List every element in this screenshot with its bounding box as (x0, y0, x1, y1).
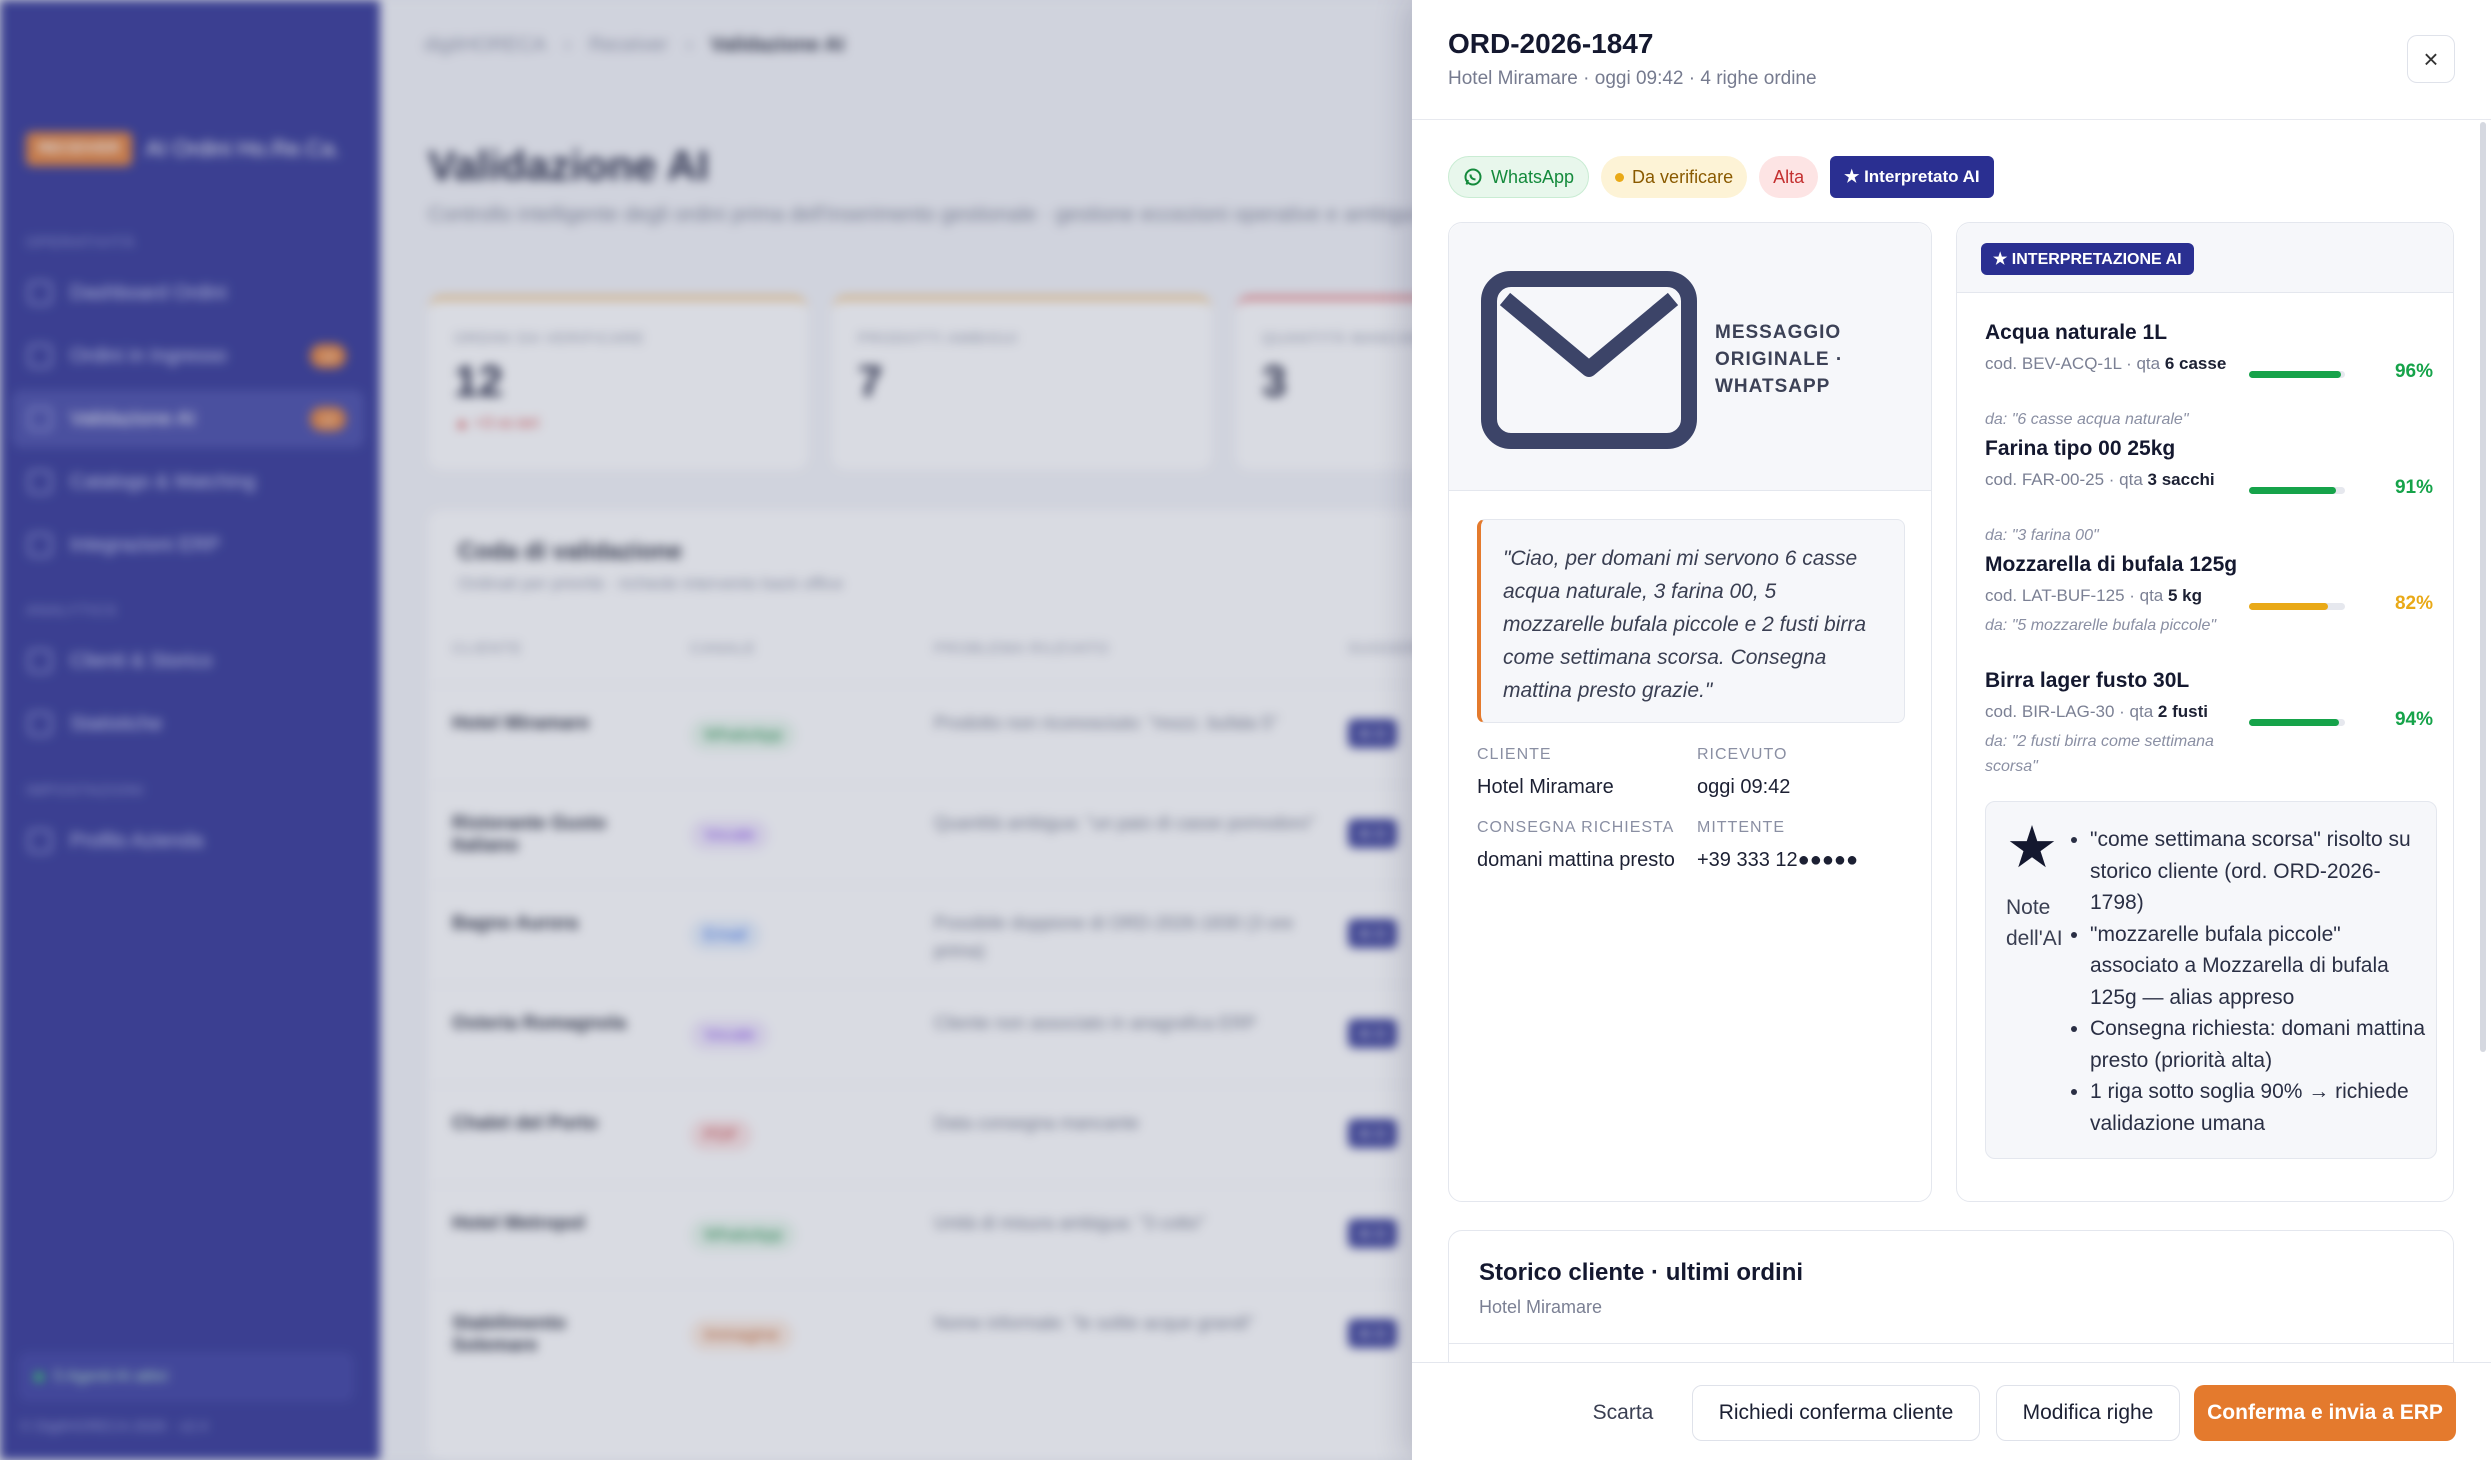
order-line-item[interactable]: Birra lager fusto 30L cod. BIR-LAG-30 · … (1985, 669, 2435, 775)
source-text: da: "2 fusti birra come settimana scorsa… (1985, 733, 2214, 775)
history-title: Storico cliente · ultimi ordini (1479, 1259, 1804, 1286)
meta-value-ricevuto: oggi 09:42 (1697, 776, 1791, 798)
confidence-bar (2249, 371, 2345, 378)
ai-interpretation-card: ★ INTERPRETAZIONE AI Acqua naturale 1L c… (1956, 222, 2454, 1202)
confidence-fill (2249, 719, 2340, 726)
product-name: Acqua naturale 1L (1985, 321, 2168, 344)
product-name: Mozzarella di bufala 125g (1985, 553, 2238, 576)
ai-note: "come settimana scorsa" risolto su stori… (2090, 824, 2426, 919)
confidence-fill (2249, 371, 2342, 378)
meta-label: CLIENTE (1477, 746, 1552, 763)
product-code-text: cod. BIR-LAG-30 · qta (1985, 702, 2158, 721)
channel-badge: WhatsApp (1448, 156, 1590, 198)
confidence-bar (2249, 603, 2345, 610)
drawer-footer: Scarta Richiedi conferma cliente Modific… (1412, 1362, 2491, 1460)
ai-notes-label: Note dell'AI (2006, 896, 2063, 950)
product-code: cod. FAR-00-25 · qta 3 sacchi (1985, 467, 2235, 493)
status-chips: WhatsApp Da verificare Alta ★ Interpreta… (1448, 156, 1994, 198)
message-header: MESSAGGIO ORIGINALE · WHATSAPP (1449, 223, 1931, 491)
order-line-item[interactable]: Farina tipo 00 25kg cod. FAR-00-25 · qta… (1985, 437, 2435, 544)
confidence-bar (2249, 719, 2345, 726)
envelope-icon (1481, 271, 1697, 449)
meta-label: CONSEGNA RICHIESTA (1477, 819, 1675, 836)
confidence-fill (2249, 487, 2337, 494)
product-code-text: cod. FAR-00-25 · qta (1985, 470, 2148, 489)
meta-label: RICEVUTO (1697, 746, 1788, 763)
source-text: da: "5 mozzarelle bufala piccole" (1985, 617, 2217, 634)
discard-button[interactable]: Scarta (1572, 1385, 1674, 1441)
order-detail-drawer: ORD-2026-1847 Hotel Miramare · oggi 09:4… (1412, 0, 2491, 1460)
meta-label: MITTENTE (1697, 819, 1785, 836)
meta-value-cliente: Hotel Miramare (1477, 776, 1614, 798)
status-dot-icon (1615, 172, 1625, 182)
whatsapp-icon (1464, 168, 1482, 186)
product-qty: 6 casse (2164, 354, 2227, 373)
confidence-percent: 94% (2394, 709, 2433, 730)
ai-note: 1 riga sotto soglia 90% → richiede valid… (2090, 1076, 2426, 1139)
product-code: cod. LAT-BUF-125 · qta 5 kg (1985, 583, 2235, 609)
ai-note: "mozzarelle bufala piccole" associato a … (2090, 919, 2426, 1014)
priority-badge: Alta (1759, 156, 1819, 198)
confidence-fill (2249, 603, 2328, 610)
product-name: Farina tipo 00 25kg (1985, 437, 2176, 460)
order-subtitle: Hotel Miramare · oggi 09:42 · 4 righe or… (1448, 68, 1817, 89)
product-code-text: cod. LAT-BUF-125 · qta (1985, 586, 2168, 605)
product-qty: 5 kg (2167, 586, 2203, 605)
ai-interpretation-header: ★ INTERPRETAZIONE AI (1957, 223, 2453, 293)
order-line-item[interactable]: Acqua naturale 1L cod. BEV-ACQ-1L · qta … (1985, 321, 2435, 428)
order-title: ORD-2026-1847 (1448, 28, 1654, 59)
status-badge: Da verificare (1601, 156, 1748, 198)
product-code-text: cod. BEV-ACQ-1L · qta (1985, 354, 2165, 373)
source-text: da: "6 casse acqua naturale" (1985, 411, 2189, 428)
confidence-percent: 82% (2394, 593, 2433, 614)
drawer-header: ORD-2026-1847 Hotel Miramare · oggi 09:4… (1412, 0, 2491, 120)
confirm-send-erp-button[interactable]: Conferma e invia a ERP (2194, 1385, 2456, 1441)
star-icon: ★ (2006, 815, 2058, 880)
channel-label: WhatsApp (1491, 166, 1575, 187)
original-message-text: "Ciao, per domani mi servono 6 casse acq… (1477, 519, 1905, 723)
confidence-percent: 91% (2394, 477, 2433, 498)
original-message-card: MESSAGGIO ORIGINALE · WHATSAPP "Ciao, pe… (1448, 222, 1932, 1202)
meta-value-consegna: domani mattina presto (1477, 849, 1675, 871)
drawer-scrollbar[interactable] (2480, 122, 2486, 1052)
product-qty: 2 fusti (2157, 702, 2208, 721)
ai-badge: ★ Interpretato AI (1830, 156, 1994, 198)
edit-rows-button[interactable]: Modifica righe (1996, 1385, 2180, 1441)
confidence-bar (2249, 487, 2345, 494)
ai-notes-list: "come settimana scorsa" risolto su stori… (2066, 824, 2426, 1139)
request-confirmation-button[interactable]: Richiedi conferma cliente (1692, 1385, 1980, 1441)
message-header-label: MESSAGGIO ORIGINALE · WHATSAPP (1715, 322, 1844, 397)
confidence-percent: 96% (2394, 361, 2433, 382)
product-qty: 3 sacchi (2147, 470, 2215, 489)
close-button[interactable]: × (2407, 35, 2455, 83)
source-text: da: "3 farina 00" (1985, 527, 2099, 544)
close-icon: × (2423, 43, 2439, 74)
history-subtitle: Hotel Miramare (1479, 1297, 1603, 1317)
order-line-item[interactable]: Mozzarella di bufala 125g cod. LAT-BUF-1… (1985, 553, 2435, 634)
product-code: cod. BEV-ACQ-1L · qta 6 casse (1985, 351, 2235, 377)
product-name: Birra lager fusto 30L (1985, 669, 2190, 692)
ai-interpretation-badge: ★ INTERPRETAZIONE AI (1981, 243, 2194, 275)
meta-value-mittente: +39 333 12●●●●● (1697, 849, 1859, 871)
ai-notes: ★ Note dell'AI "come settimana scorsa" r… (1985, 801, 2437, 1159)
status-label: Da verificare (1632, 166, 1734, 187)
divider (1449, 1343, 2453, 1344)
product-code: cod. BIR-LAG-30 · qta 2 fusti (1985, 699, 2235, 725)
ai-note: Consegna richiesta: domani mattina prest… (2090, 1013, 2426, 1076)
